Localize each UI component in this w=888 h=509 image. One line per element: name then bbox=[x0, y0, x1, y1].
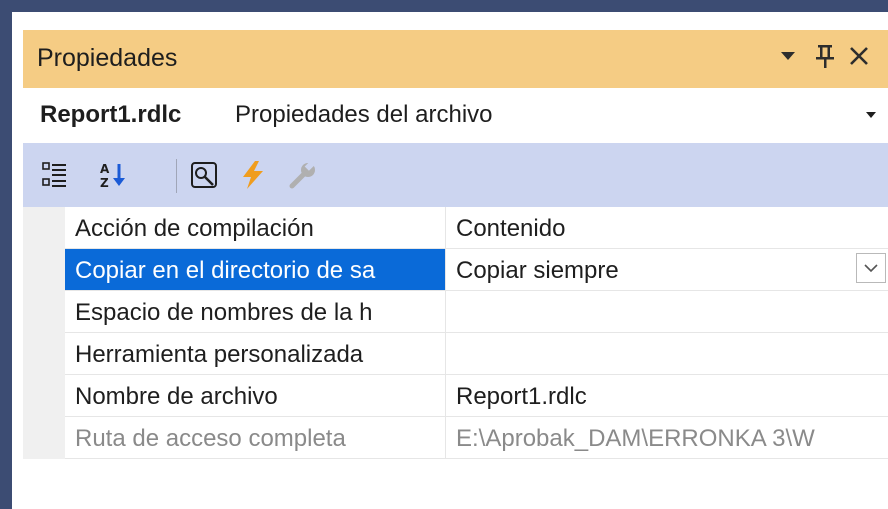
property-pages-icon[interactable] bbox=[188, 159, 220, 191]
window-frame-top bbox=[0, 0, 888, 12]
property-value[interactable] bbox=[446, 333, 888, 375]
svg-text:A: A bbox=[100, 162, 110, 176]
property-row[interactable]: Espacio de nombres de la h bbox=[23, 291, 888, 333]
panel-title: Propiedades bbox=[37, 44, 178, 72]
panel-title-bar[interactable]: Propiedades bbox=[23, 30, 888, 88]
property-value[interactable]: Contenido bbox=[446, 207, 888, 249]
toolbar-separator bbox=[176, 159, 177, 193]
property-row-selected[interactable]: Copiar en el directorio de sa Copiar sie… bbox=[23, 249, 888, 291]
chevron-down-icon[interactable] bbox=[865, 110, 877, 120]
property-row[interactable]: Nombre de archivo Report1.rdlc bbox=[23, 375, 888, 417]
selected-object-name: Report1.rdlc bbox=[40, 101, 182, 128]
categorized-icon[interactable] bbox=[40, 159, 72, 191]
properties-toolbar: A Z bbox=[23, 143, 888, 207]
property-value[interactable] bbox=[446, 291, 888, 333]
property-name[interactable]: Acción de compilación bbox=[65, 207, 446, 249]
chevron-down-icon bbox=[864, 264, 878, 273]
property-name[interactable]: Ruta de acceso completa bbox=[65, 417, 446, 459]
property-value[interactable]: E:\Aprobak_DAM\ERRONKA 3\W bbox=[446, 417, 888, 459]
value-dropdown-button[interactable] bbox=[856, 253, 886, 283]
selected-object-type: Propiedades del archivo bbox=[235, 101, 493, 128]
property-name[interactable]: Nombre de archivo bbox=[65, 375, 446, 417]
window-frame-left bbox=[0, 0, 12, 509]
svg-text:Z: Z bbox=[100, 176, 109, 190]
object-selector-dropdown[interactable]: Report1.rdlc Propiedades del archivo bbox=[23, 88, 888, 143]
property-row[interactable]: Herramienta personalizada bbox=[23, 333, 888, 375]
property-name[interactable]: Herramienta personalizada bbox=[65, 333, 446, 375]
events-lightning-icon[interactable] bbox=[237, 159, 269, 191]
property-value[interactable]: Report1.rdlc bbox=[446, 375, 888, 417]
alphabetical-sort-icon[interactable]: A Z bbox=[97, 159, 129, 191]
window-position-dropdown-icon[interactable] bbox=[778, 44, 798, 68]
property-name[interactable]: Espacio de nombres de la h bbox=[65, 291, 446, 333]
property-name[interactable]: Copiar en el directorio de sa bbox=[65, 249, 446, 291]
property-value-dropdown[interactable]: Copiar siempre bbox=[446, 249, 888, 291]
pin-icon[interactable] bbox=[813, 42, 837, 70]
close-icon[interactable] bbox=[847, 44, 871, 68]
wrench-icon[interactable] bbox=[287, 159, 319, 191]
property-row[interactable]: Acción de compilación Contenido bbox=[23, 207, 888, 249]
property-row-readonly[interactable]: Ruta de acceso completa E:\Aprobak_DAM\E… bbox=[23, 417, 888, 459]
